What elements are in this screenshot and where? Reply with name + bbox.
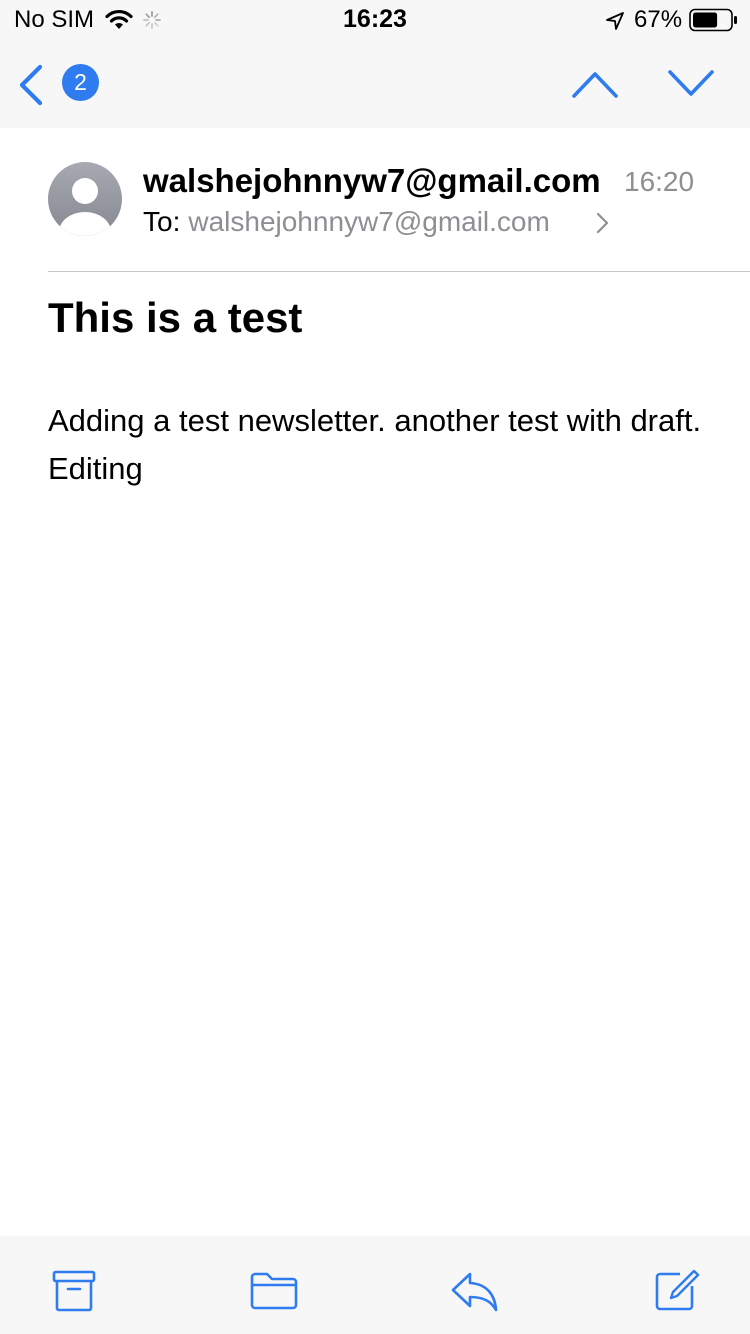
reply-icon bbox=[451, 1272, 498, 1312]
chevron-right-icon[interactable] bbox=[595, 210, 611, 236]
location-arrow-icon bbox=[604, 10, 626, 32]
compose-icon bbox=[655, 1269, 700, 1311]
navigation-bar: 2 bbox=[0, 40, 750, 128]
message-time: 16:20 bbox=[624, 166, 695, 197]
message-body[interactable]: Adding a test newsletter. another test w… bbox=[48, 397, 708, 493]
archive-button[interactable] bbox=[50, 1268, 100, 1314]
unread-count-badge[interactable]: 2 bbox=[62, 64, 99, 101]
message-subject: This is a test bbox=[48, 294, 303, 341]
next-message-button[interactable] bbox=[666, 66, 716, 100]
header-divider bbox=[48, 271, 750, 272]
move-to-folder-button[interactable] bbox=[249, 1268, 299, 1314]
to-label: To: bbox=[143, 206, 181, 237]
bottom-toolbar bbox=[0, 1236, 750, 1334]
recipient-address[interactable]: walshejohnnyw7@gmail.com bbox=[188, 206, 549, 237]
back-button[interactable] bbox=[16, 64, 46, 106]
recipient-row[interactable]: To: walshejohnnyw7@gmail.com bbox=[143, 206, 550, 238]
battery-icon bbox=[689, 8, 739, 32]
battery-percent: 67% bbox=[634, 6, 683, 33]
status-bar: No SIM 16:23 67% bbox=[0, 0, 750, 40]
sender-address[interactable]: walshejohnnyw7@gmail.com bbox=[143, 162, 601, 200]
reply-button[interactable] bbox=[450, 1268, 500, 1314]
previous-message-button[interactable] bbox=[570, 66, 620, 100]
compose-button[interactable] bbox=[652, 1268, 702, 1314]
mail-message-screen: No SIM 16:23 67% 2 walshejohnnyw7@gmail.… bbox=[0, 0, 750, 1334]
folder-icon bbox=[250, 1272, 298, 1310]
sender-avatar[interactable] bbox=[48, 162, 122, 236]
archive-icon bbox=[52, 1270, 96, 1312]
